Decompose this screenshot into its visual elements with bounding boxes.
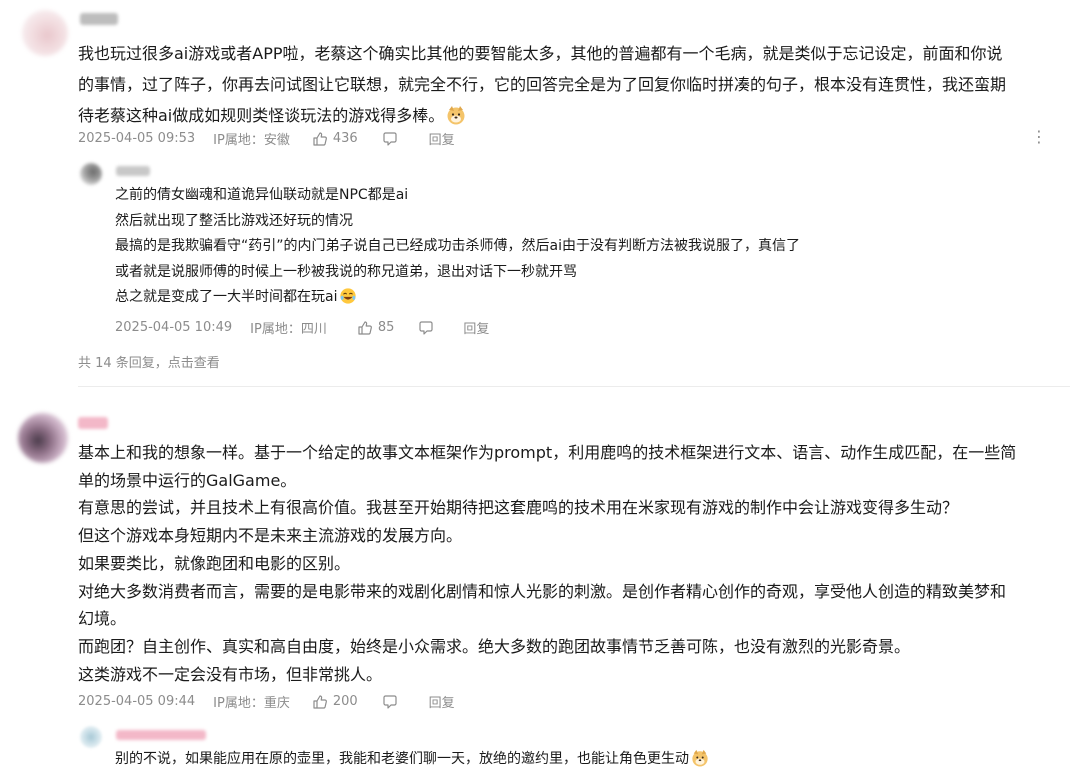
comment-line: 如果要类比，就像跑团和电影的区别。 bbox=[78, 553, 351, 573]
like-count: 200 bbox=[332, 694, 358, 709]
reply-line: 别的不说，如果能应用在原的壶里，我能和老婆们聊一天，放绝的邀约里，也能让角色更生… bbox=[115, 747, 709, 773]
comment-icon bbox=[383, 694, 397, 709]
username[interactable] bbox=[116, 166, 150, 176]
ip-location: IP属地：四川 bbox=[250, 322, 327, 337]
avatar[interactable] bbox=[18, 413, 68, 463]
username[interactable] bbox=[80, 13, 118, 25]
comment-line: 而跑团？自主创作、真实和高自由度，始终是小众需求。绝大多数的跑团故事情节乏善可陈… bbox=[78, 636, 911, 656]
comment-meta: 2025-04-05 09:53 IP属地：安徽 436 回复 bbox=[78, 129, 473, 148]
comment-line: 我也玩过很多ai游戏或者APP啦，老蔡这个确实比其他的要智能太多，其他的普遍都有… bbox=[78, 44, 1003, 63]
view-more-replies-link[interactable]: 共 14 条回复，点击查看 bbox=[78, 352, 220, 371]
avatar[interactable] bbox=[22, 10, 68, 56]
laughing-emoji-icon bbox=[340, 288, 357, 304]
comment-line: 单的场景中运行的GalGame。 bbox=[78, 470, 297, 490]
more-options-icon[interactable]: ⋮ bbox=[1031, 127, 1047, 146]
reply-date: 2025-04-05 10:49 bbox=[115, 320, 233, 335]
reply-meta: 2025-04-05 10:49 IP属地：四川 85 回复 bbox=[115, 318, 507, 337]
comment-date: 2025-04-05 09:44 bbox=[78, 694, 196, 709]
doge-emoji-icon bbox=[447, 106, 465, 125]
like-count: 436 bbox=[332, 131, 358, 146]
comment-line: 幻境。 bbox=[78, 609, 127, 629]
comment-line: 这类游戏不一定会没有市场，但非常挑人。 bbox=[78, 664, 383, 684]
comment-button[interactable] bbox=[382, 694, 403, 710]
reply-line: 总之就是变成了一大半时间都在玩ai bbox=[115, 285, 357, 311]
ip-location: IP属地：安徽 bbox=[213, 133, 290, 148]
comment-body: 基本上和我的想象一样。基于一个给定的故事文本框架作为prompt，利用鹿鸣的技术… bbox=[78, 437, 1070, 687]
comment-button[interactable] bbox=[382, 131, 403, 147]
like-button[interactable]: 200 bbox=[312, 694, 358, 710]
comment-line: 基本上和我的想象一样。基于一个给定的故事文本框架作为prompt，利用鹿鸣的技术… bbox=[78, 443, 1017, 462]
avatar[interactable] bbox=[80, 726, 102, 748]
doge-emoji-icon bbox=[692, 749, 708, 767]
reply-body: 之前的倩女幽魂和道诡异仙联动就是NPC都是ai 然后就出现了整活比游戏还好玩的情… bbox=[115, 183, 1065, 311]
comment-body: 我也玩过很多ai游戏或者APP啦，老蔡这个确实比其他的要智能太多，其他的普遍都有… bbox=[78, 38, 1068, 131]
username[interactable] bbox=[116, 730, 206, 740]
reply-button[interactable]: 回复 bbox=[463, 318, 489, 337]
reply-line: 然后就出现了整活比游戏还好玩的情况 bbox=[115, 212, 353, 229]
avatar[interactable] bbox=[80, 163, 102, 185]
reply-line: 之前的倩女幽魂和道诡异仙联动就是NPC都是ai bbox=[115, 187, 409, 203]
comment-meta: 2025-04-05 09:44 IP属地：重庆 200 回复 bbox=[78, 692, 473, 711]
comment-line: 对绝大多数消费者而言，需要的是电影带来的戏剧化剧情和惊人光影的刺激。是创作者精心… bbox=[78, 581, 1007, 601]
comment-icon bbox=[419, 320, 433, 335]
comment-line: 有意思的尝试，并且技术上有很高价值。我甚至开始期待把这套鹿鸣的技术用在米家现有游… bbox=[78, 498, 959, 518]
reply-line: 或者就是说服师傅的时候上一秒被我说的称兄道弟，退出对话下一秒就开骂 bbox=[115, 263, 577, 280]
comment-date: 2025-04-05 09:53 bbox=[78, 131, 196, 146]
like-count: 85 bbox=[377, 320, 395, 335]
reply-line: 最搞的是我欺骗看守“药引”的内门弟子说自己已经成功击杀师傅，然后ai由于没有判断… bbox=[115, 238, 800, 254]
like-button[interactable]: 436 bbox=[312, 131, 358, 147]
like-button[interactable]: 85 bbox=[357, 320, 395, 336]
reply-button[interactable]: 回复 bbox=[429, 692, 455, 711]
comment-line: 但这个游戏本身短期内不是未来主流游戏的发展方向。 bbox=[78, 526, 463, 546]
comment-line: 待老蔡这种ai做成如规则类怪谈玩法的游戏得多棒。 bbox=[78, 100, 466, 131]
like-icon bbox=[313, 694, 327, 709]
like-icon bbox=[313, 131, 327, 146]
username[interactable] bbox=[78, 417, 108, 429]
reply-button[interactable]: 回复 bbox=[429, 129, 455, 148]
divider bbox=[78, 386, 1070, 387]
comment-line: 的事情，过了阵子，你再去问试图让它联想，就完全不行，它的回答完全是为了回复你临时… bbox=[78, 75, 1007, 94]
ip-location: IP属地：重庆 bbox=[213, 696, 290, 711]
comment-button[interactable] bbox=[418, 320, 439, 336]
comment-icon bbox=[383, 131, 397, 146]
reply-body: 别的不说，如果能应用在原的壶里，我能和老婆们聊一天，放绝的邀约里，也能让角色更生… bbox=[115, 747, 1065, 773]
like-icon bbox=[358, 320, 372, 335]
